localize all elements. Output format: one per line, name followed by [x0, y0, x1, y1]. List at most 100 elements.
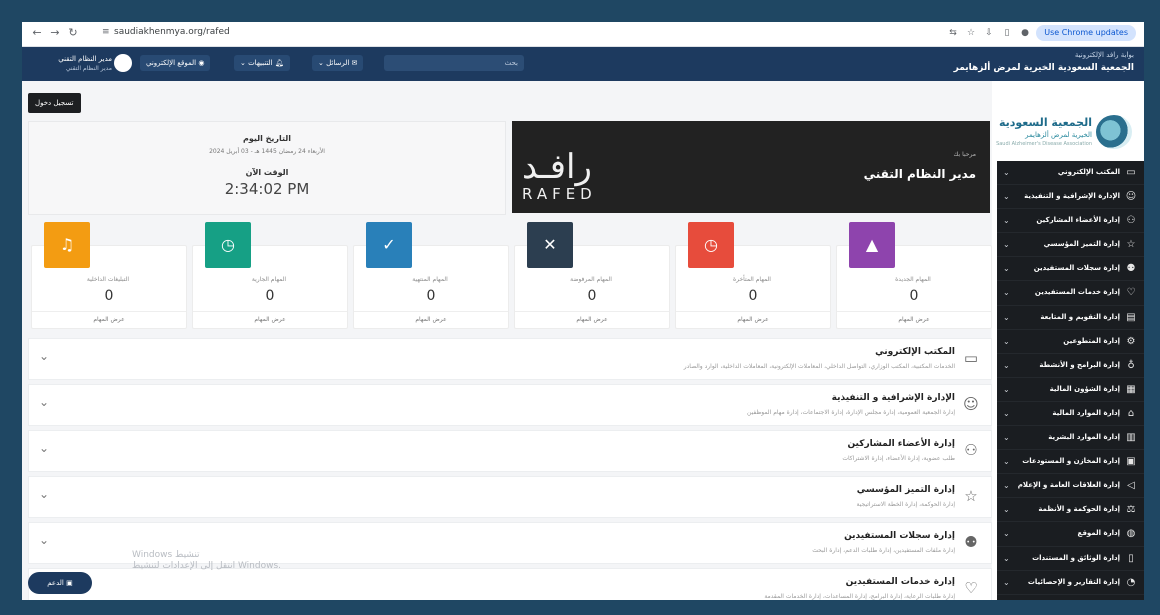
- stat-card[interactable]: ◷ المهام المتأخرة 0 عرض المهام: [675, 222, 831, 329]
- sidebar-item[interactable]: ☺ الإدارة الإشرافية و التنفيذية ⌄: [997, 185, 1144, 210]
- address-bar[interactable]: saudiakhenmya.org/rafed: [114, 27, 230, 37]
- bulb-icon: ♁: [1127, 359, 1135, 371]
- org-logo[interactable]: الجمعية السعودية الخيرية لمرض ألزهايمر S…: [992, 111, 1144, 155]
- sidebar-item-label: إدارة الشؤون المالية: [1049, 384, 1120, 393]
- reload-icon[interactable]: ↻: [66, 26, 80, 40]
- sidebar-item-label: إدارة المتطوعين: [1063, 336, 1120, 345]
- org-subtitle: بوابة رافد الإلكترونية: [1074, 51, 1134, 59]
- clock-value: 2:34:02 PM: [224, 180, 310, 198]
- stat-view-link[interactable]: عرض المهام: [837, 311, 991, 328]
- back-icon[interactable]: ←: [30, 26, 44, 40]
- sidebar-item[interactable]: ♁ إدارة البرامج و الأنشطة ⌄: [997, 354, 1144, 378]
- sidebar-item[interactable]: ▤ إدارة التقويم و المتابعة ⌄: [997, 306, 1144, 330]
- sidebar-item[interactable]: ⚉ إدارة سجلات المستفيدين ⌄: [997, 257, 1144, 282]
- stat-view-link[interactable]: عرض المهام: [193, 311, 347, 328]
- module-title: إدارة خدمات المستفيدين: [845, 577, 955, 587]
- app-header: بوابة رافد الإلكترونية الجمعية السعودية …: [22, 47, 1144, 81]
- login-button[interactable]: تسجيل دخول: [28, 93, 81, 113]
- chevron-down-icon[interactable]: ⌄: [39, 395, 49, 409]
- welcome-title: مدير النظام التقني: [863, 167, 976, 181]
- sidebar-item-label: إدارة التميز المؤسسي: [1043, 240, 1120, 249]
- sidebar-item[interactable]: ☏ إدارة الدعم الفني ⌄: [997, 595, 1144, 600]
- bookmark-icon[interactable]: ☆: [964, 26, 978, 40]
- stat-view-link[interactable]: عرض المهام: [32, 311, 186, 328]
- stat-card[interactable]: ✕ المهام المرفوضة 0 عرض المهام: [514, 222, 670, 329]
- stat-view-link[interactable]: عرض المهام: [676, 311, 830, 328]
- translate-icon[interactable]: ⇆: [946, 26, 960, 40]
- chevron-down-icon[interactable]: ⌄: [39, 349, 49, 363]
- heart-icon: ♡: [964, 579, 978, 597]
- module-description: إدارة ملفات المستفيدين، إدارة طلبات الدع…: [812, 547, 955, 554]
- stat-view-link[interactable]: عرض المهام: [354, 311, 508, 328]
- chevron-down-icon: ⌄: [1003, 288, 1010, 298]
- activation-watermark: Windows تنشيط انتقل إلى الإعدادات لتنشيط…: [132, 550, 281, 571]
- chevron-down-icon: ⌄: [1003, 457, 1010, 467]
- chevron-down-icon[interactable]: ⌄: [39, 487, 49, 501]
- profile-icon[interactable]: ●: [1018, 26, 1032, 40]
- module-title: إدارة التميز المؤسسي: [856, 485, 955, 495]
- stat-card[interactable]: ◷ المهام الجارية 0 عرض المهام: [192, 222, 348, 329]
- chevron-down-icon: ⌄: [1003, 168, 1010, 177]
- chevron-down-icon: ⌄: [1003, 433, 1010, 443]
- sidepanel-icon[interactable]: ▯: [1000, 26, 1014, 40]
- website-link[interactable]: الموقع الإلكتروني ◉: [140, 55, 211, 71]
- module-accordion[interactable]: ☆ إدارة التميز المؤسسي إدارة الحوكمة، إدار…: [28, 476, 992, 518]
- module-accordion[interactable]: ▭ المكتب الإلكتروني الخدمات المكتبية، المك…: [28, 338, 992, 380]
- user-icon: ☺: [1125, 191, 1137, 203]
- sidebar-item[interactable]: ⚖ إدارة الحوكمة و الأنظمة ⌄: [997, 498, 1144, 523]
- support-button[interactable]: الدعم ▣: [28, 572, 92, 594]
- chevron-down-icon: ⌄: [1003, 360, 1010, 370]
- stat-card[interactable]: ♫ التبليغات الداخلية 0 عرض المهام: [31, 222, 187, 329]
- sidebar-item[interactable]: ☆ إدارة التميز المؤسسي ⌄: [997, 233, 1144, 258]
- module-accordion[interactable]: ☺ الإدارة الإشرافية و التنفيذية إدارة الجم…: [28, 384, 992, 426]
- search-input[interactable]: بحث: [384, 55, 524, 71]
- desktop-icon: ▭: [963, 349, 979, 367]
- rafed-logo-ar: رافـد: [522, 147, 592, 187]
- org-name[interactable]: الجمعية السعودية الخيرية لمرض ألزهايمر: [954, 63, 1134, 73]
- sidebar-item[interactable]: ⚙ إدارة المتطوعين ⌄: [997, 330, 1144, 354]
- close-circle-icon: ✕: [527, 222, 573, 268]
- notifications-menu[interactable]: ⌄ التنبيهات 🔔︎: [234, 55, 290, 71]
- chevron-down-icon: ⌄: [1003, 264, 1010, 274]
- sidebar-item[interactable]: ♡ إدارة خدمات المستفيدين ⌄: [997, 281, 1144, 306]
- date-time-card: التاريخ اليوم الأربعاء 24 رمضان 1445 هـ …: [28, 121, 506, 215]
- chrome-update-button[interactable]: Use Chrome updates: [1036, 25, 1136, 41]
- forward-icon[interactable]: →: [48, 26, 62, 40]
- module-accordion[interactable]: ♡ إدارة خدمات المستفيدين إدارة طلبات الرعا…: [28, 568, 992, 600]
- sidebar-item[interactable]: ◔ إدارة التقارير و الإحصائيات ⌄: [997, 571, 1144, 595]
- sidebar-item[interactable]: ▦ إدارة الشؤون المالية ⌄: [997, 378, 1144, 402]
- sidebar-item[interactable]: ⌂ إدارة الموارد المالية ⌄: [997, 402, 1144, 427]
- chevron-down-icon[interactable]: ⌄: [39, 533, 49, 547]
- site-info-icon[interactable]: ≡: [102, 27, 110, 37]
- pie-icon: ◔: [1126, 576, 1136, 588]
- sidebar-item[interactable]: ◁ إدارة العلاقات العامة و الإعلام ⌄: [997, 474, 1144, 499]
- module-description: طلب عضوية، إدارة الأعضاء، إدارة الاشتراك…: [842, 455, 955, 462]
- module-description: الخدمات المكتبية، المكتب الوزاري، التواص…: [683, 363, 955, 370]
- time-label: الوقت الآن: [245, 168, 289, 177]
- sidebar-item[interactable]: ▭ المكتب الإلكتروني ⌄: [997, 161, 1144, 186]
- bank-icon: ⌂: [1127, 407, 1135, 419]
- sidebar-item-label: إدارة البرامج و الأنشطة: [1039, 360, 1120, 369]
- download-icon[interactable]: ⇩: [982, 26, 996, 40]
- stat-value: 0: [587, 288, 597, 304]
- chevron-down-icon[interactable]: ⌄: [39, 441, 49, 455]
- stat-label: التبليغات الداخلية: [86, 276, 130, 283]
- avatar[interactable]: [114, 54, 132, 72]
- sidebar-item-label: إدارة الموارد المالية: [1052, 408, 1120, 417]
- sidebar-item[interactable]: ⚇ إدارة الأعضاء المشاركين ⌄: [997, 209, 1144, 234]
- sidebar-item[interactable]: ◍ إدارة الموقع ⌄: [997, 522, 1144, 547]
- chart-icon: ▥: [1126, 432, 1136, 444]
- stat-card[interactable]: ✓ المهام المنتهية 0 عرض المهام: [353, 222, 509, 329]
- sidebar-item[interactable]: ▯ إدارة الوثائق و المستندات ⌄: [997, 547, 1144, 571]
- globe-icon: ◉: [198, 59, 205, 67]
- sidebar-item[interactable]: ▣ إدارة المخازن و المستودعات ⌄: [997, 450, 1144, 475]
- sidebar-item-label: إدارة التقارير و الإحصائيات: [1027, 577, 1120, 586]
- user-menu[interactable]: مدير النظام التقني مدير النظام التقني: [32, 54, 112, 74]
- bell-icon: 🔔︎: [274, 59, 284, 67]
- messages-menu[interactable]: ⌄ الرسائل ✉: [312, 55, 364, 71]
- globe-icon: ◍: [1126, 528, 1136, 540]
- sidebar-item[interactable]: ▥ إدارة الموارد البشرية ⌄: [997, 426, 1144, 451]
- stat-card[interactable]: ▲ المهام الجديدة 0 عرض المهام: [836, 222, 992, 329]
- stat-view-link[interactable]: عرض المهام: [515, 311, 669, 328]
- module-accordion[interactable]: ⚇ إدارة الأعضاء المشاركين طلب عضوية، إدارة…: [28, 430, 992, 472]
